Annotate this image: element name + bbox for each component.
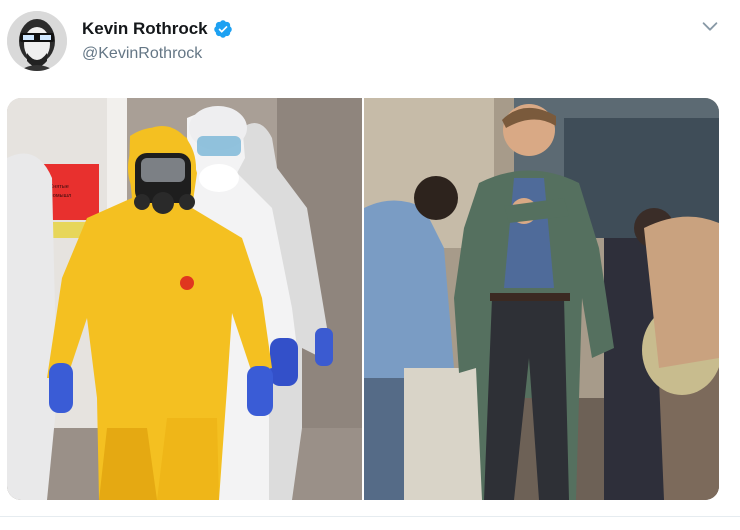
bottom-divider [0, 516, 740, 517]
verified-badge-icon [213, 19, 233, 39]
author-handle[interactable]: @KevinRothrock [82, 45, 202, 63]
tweet-card: Kevin Rothrock @KevinRothrock Снятые про… [0, 0, 740, 530]
avatar-portrait-icon [7, 11, 67, 71]
tweet-media: Снятые промышл [7, 98, 719, 500]
chevron-down-icon[interactable] [699, 15, 721, 37]
author-display-name[interactable]: Kevin Rothrock [82, 19, 208, 39]
media-photo-right[interactable] [364, 98, 719, 500]
media-photo-left[interactable]: Снятые промышл [7, 98, 362, 500]
author-name-row[interactable]: Kevin Rothrock [82, 19, 233, 39]
author-avatar[interactable] [7, 11, 67, 71]
